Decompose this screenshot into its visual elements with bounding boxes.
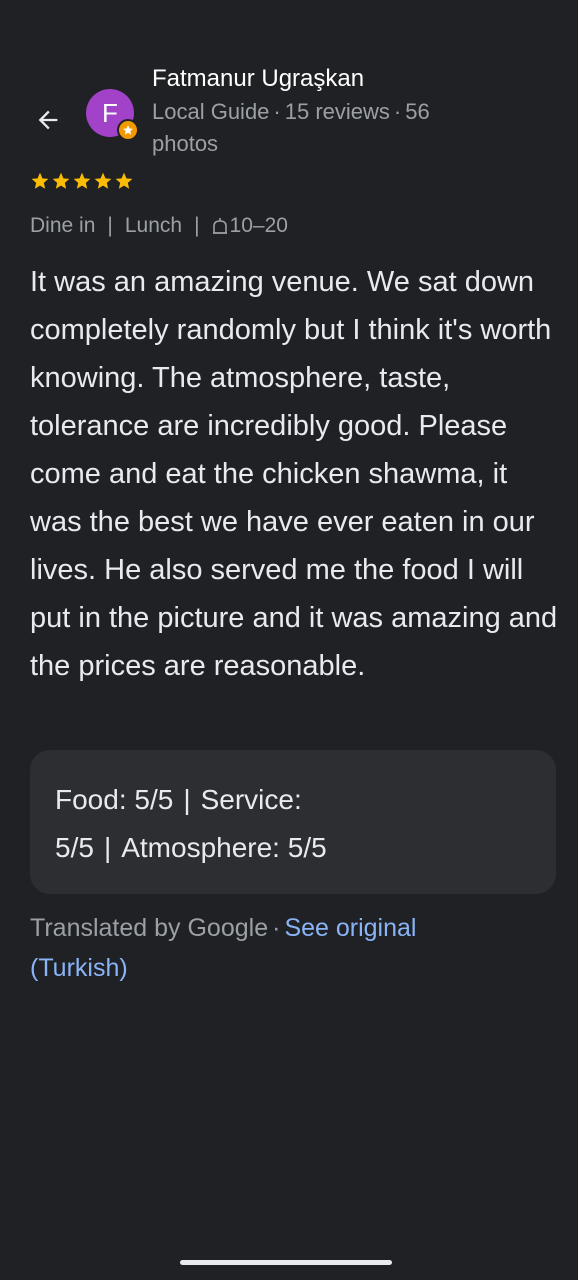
- star-rating: [30, 171, 134, 191]
- tag-service: Dine in: [30, 214, 96, 237]
- translation-separator: ·: [272, 914, 281, 942]
- avatar-letter: F: [102, 98, 118, 128]
- arrow-back-icon: [38, 110, 58, 130]
- back-button[interactable]: [30, 102, 66, 138]
- ratings-card: Food: 5/5 | Service: 5/5 | Atmosphere: 5/5: [30, 750, 556, 894]
- tag-separator: |: [194, 214, 200, 237]
- translation-note: Translated by Google · See original (Turki…: [30, 908, 500, 988]
- star-icon: [52, 172, 70, 189]
- star-icon: [115, 172, 133, 189]
- review-text: It was an amazing venue. We sat down com…: [30, 266, 558, 682]
- reviewer-name[interactable]: Fatmanur Ugraşkan: [152, 65, 364, 93]
- star-icon: [73, 172, 91, 189]
- price-icon: [212, 218, 227, 234]
- local-guide-badge-icon: [117, 119, 139, 141]
- ratings-text: Food: 5/5 | Service: 5/5 | Atmosphere: 5/5: [55, 776, 385, 872]
- reviewer-level: Local Guide: [152, 99, 270, 124]
- tag-separator: |: [107, 214, 113, 237]
- avatar[interactable]: F: [86, 89, 139, 141]
- star-icon: [31, 172, 49, 189]
- home-indicator[interactable]: [180, 1260, 392, 1265]
- visit-tags: Dine in | Lunch | 10–20: [30, 214, 288, 238]
- rating-separator: |: [103, 832, 112, 863]
- rating-separator: |: [183, 784, 191, 815]
- reviewer-meta: Local Guide · 15 reviews · 56 photos: [152, 96, 472, 160]
- rating-atmosphere: Atmosphere: 5/5: [121, 832, 327, 863]
- reviewer-review-count: 15 reviews: [284, 99, 390, 124]
- meta-separator: ·: [273, 99, 281, 124]
- translated-by-label: Translated by Google: [30, 914, 269, 942]
- tag-meal: Lunch: [124, 214, 183, 237]
- meta-separator: ·: [393, 99, 402, 124]
- star-icon: [94, 172, 112, 189]
- rating-food: Food: 5/5: [55, 784, 174, 815]
- tag-price: 10–20: [229, 214, 288, 237]
